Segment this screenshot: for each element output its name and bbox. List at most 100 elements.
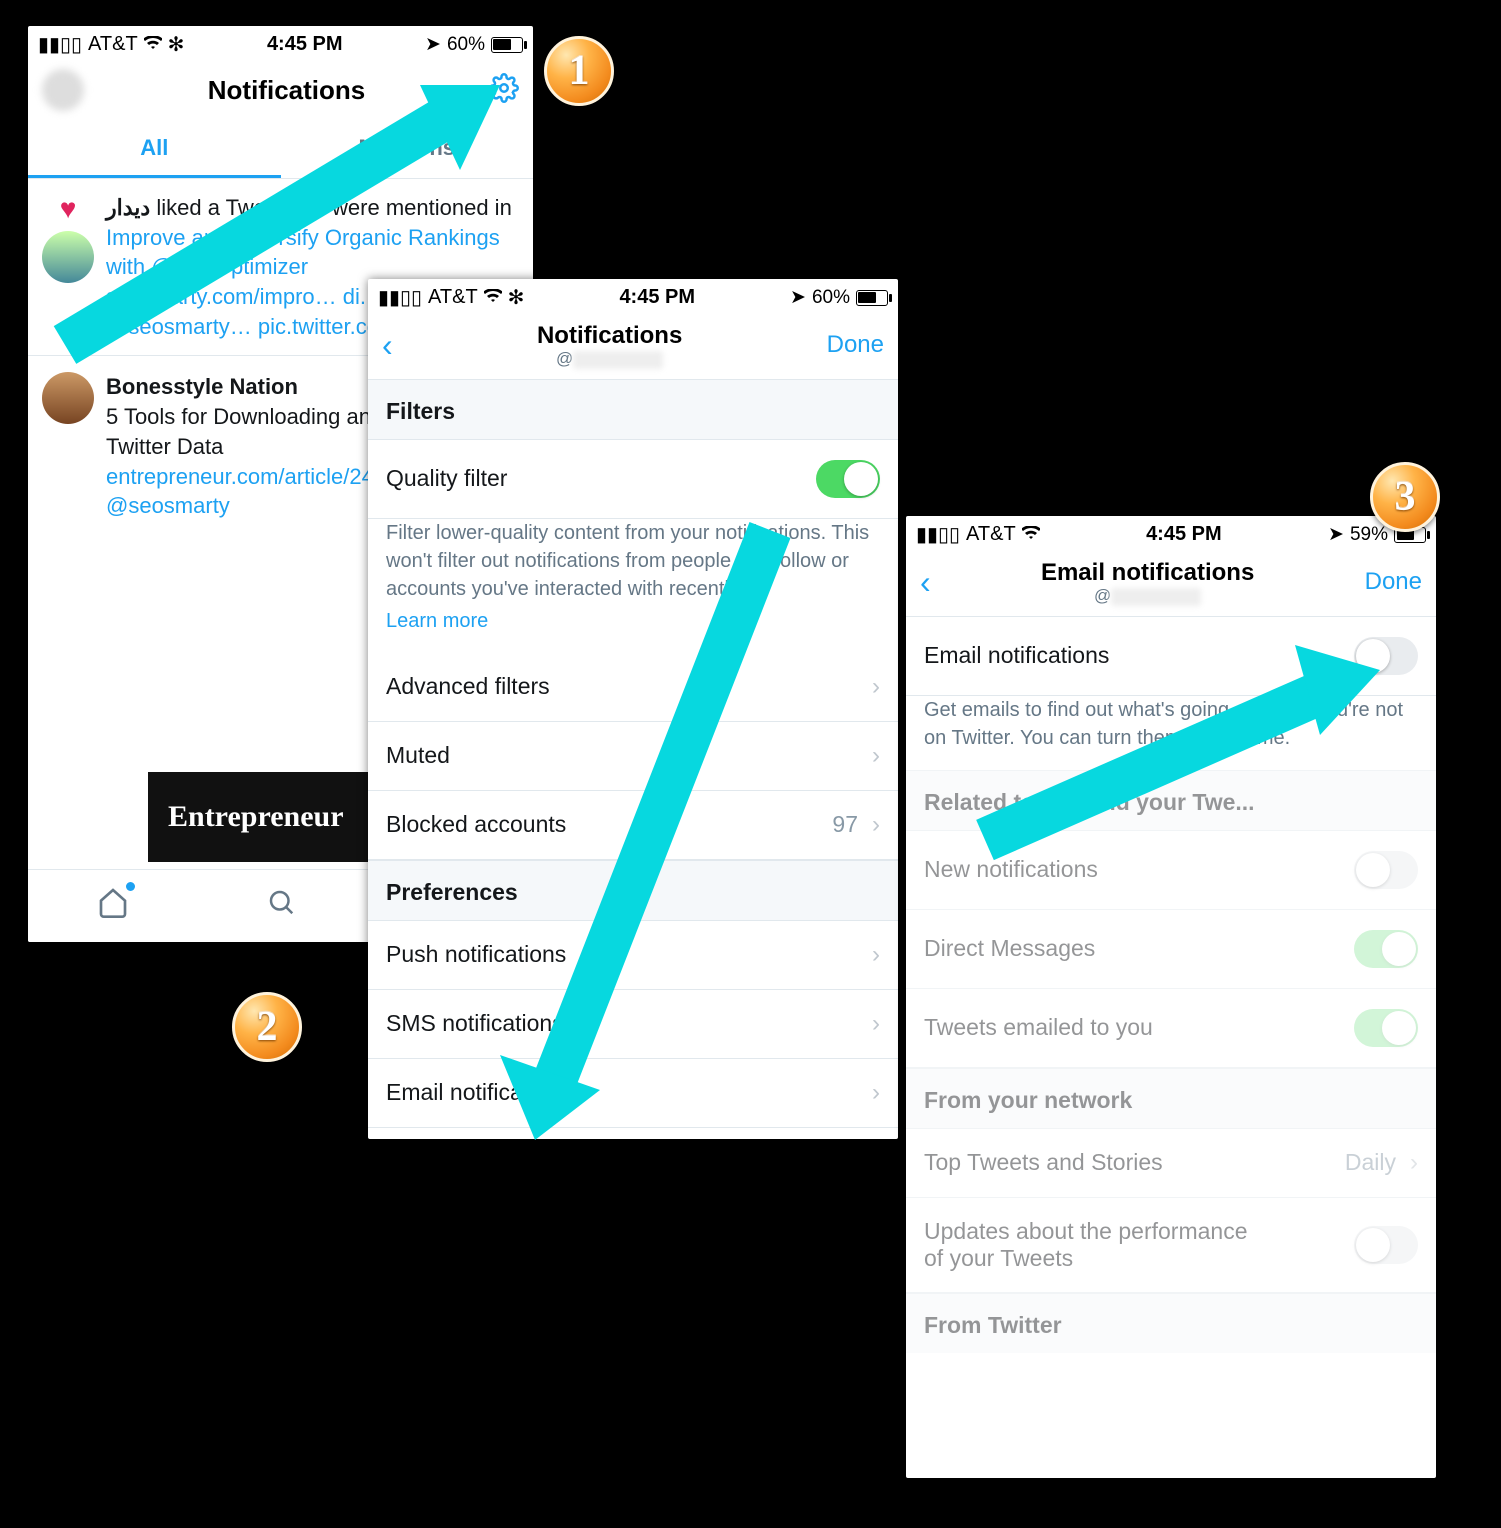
- clock: 4:45 PM: [1146, 523, 1222, 546]
- email-master-desc: Get emails to find out what's going on w…: [906, 696, 1436, 770]
- done-button[interactable]: Done: [827, 331, 884, 359]
- status-bar: ▮▮▯▯ AT&T ✻ 4:45 PM ➤ 60%: [368, 279, 898, 314]
- chevron-right-icon: ›: [872, 1010, 880, 1038]
- nav-search-icon[interactable]: [266, 887, 296, 925]
- profile-avatar[interactable]: [42, 69, 84, 111]
- signal-icon: ▮▮▯▯: [378, 285, 422, 310]
- loading-icon: ✻: [508, 285, 525, 310]
- page-header: ‹ Email notifications @ Done: [906, 551, 1436, 616]
- notification-tabs: All Mentions: [28, 121, 533, 179]
- back-button[interactable]: ‹: [920, 566, 931, 598]
- section-filters: Filters: [368, 379, 898, 440]
- notification-dot: [126, 882, 135, 891]
- push-label: Push notifications: [386, 941, 566, 968]
- quality-filter-toggle[interactable]: [816, 460, 880, 498]
- row-tweets-emailed: Tweets emailed to you: [906, 989, 1436, 1068]
- location-icon: ➤: [790, 286, 806, 309]
- user-name: Bonesstyle Nation: [106, 374, 298, 399]
- row-muted[interactable]: Muted ›: [368, 722, 898, 791]
- blocked-label: Blocked accounts: [386, 811, 566, 838]
- row-direct-messages: Direct Messages: [906, 910, 1436, 989]
- email-master-label: Email notifications: [924, 642, 1109, 669]
- carrier-label: AT&T: [428, 286, 478, 309]
- email-label: Email notifications: [386, 1079, 571, 1106]
- tweets-emailed-label: Tweets emailed to you: [924, 1014, 1153, 1041]
- quality-filter-desc: Filter lower-quality content from your n…: [368, 519, 898, 653]
- row-new-notifications: New notifications: [906, 831, 1436, 910]
- tab-all[interactable]: All: [28, 121, 281, 178]
- screen-notification-settings: ▮▮▯▯ AT&T ✻ 4:45 PM ➤ 60% ‹ Notification…: [368, 279, 898, 1139]
- chevron-right-icon: ›: [872, 941, 880, 969]
- page-handle: @: [1041, 587, 1254, 606]
- wifi-icon: [144, 33, 162, 56]
- advanced-filters-label: Advanced filters: [386, 673, 550, 700]
- chevron-right-icon: ›: [872, 673, 880, 701]
- row-advanced-filters[interactable]: Advanced filters ›: [368, 653, 898, 722]
- clock: 4:45 PM: [267, 33, 343, 56]
- signal-icon: ▮▮▯▯: [38, 32, 82, 57]
- section-related: Related to you and your Twe...: [906, 770, 1436, 831]
- quality-filter-label: Quality filter: [386, 465, 507, 492]
- location-icon: ➤: [1328, 523, 1344, 546]
- like-action-text: liked a Tweet you were mentioned in: [150, 195, 512, 220]
- loading-icon: ✻: [168, 32, 185, 57]
- chevron-right-icon: ›: [872, 1079, 880, 1107]
- battery-percent: 60%: [812, 287, 850, 309]
- carrier-label: AT&T: [966, 523, 1016, 546]
- clock: 4:45 PM: [619, 286, 695, 309]
- tweets-emailed-toggle: [1354, 1009, 1418, 1047]
- avatar: [42, 231, 94, 283]
- screen-email-notifications: ▮▮▯▯ AT&T 4:45 PM ➤ 59% ‹ Email notifica…: [906, 516, 1436, 1478]
- tab-mentions[interactable]: Mentions: [281, 121, 534, 178]
- battery-percent: 59%: [1350, 524, 1388, 546]
- learn-more-link[interactable]: Learn more: [386, 607, 880, 635]
- performance-label: Updates about the performance of your Tw…: [924, 1218, 1254, 1272]
- row-quality-filter: Quality filter: [368, 440, 898, 519]
- new-notif-toggle: [1354, 851, 1418, 889]
- daily-value: Daily: [1345, 1149, 1396, 1176]
- user-name: دیدار: [106, 195, 150, 220]
- battery-icon: [491, 37, 523, 53]
- nav-home-icon[interactable]: [97, 886, 129, 926]
- page-title: Email notifications: [1041, 559, 1254, 587]
- chevron-right-icon: ›: [1410, 1149, 1418, 1177]
- back-button[interactable]: ‹: [382, 329, 393, 361]
- row-email-notifications[interactable]: Email notifications ›: [368, 1059, 898, 1128]
- avatar: [42, 372, 94, 424]
- sms-label: SMS notifications: [386, 1010, 564, 1037]
- muted-label: Muted: [386, 742, 450, 769]
- section-preferences: Preferences: [368, 860, 898, 921]
- status-bar: ▮▮▯▯ AT&T 4:45 PM ➤ 59%: [906, 516, 1436, 551]
- page-title: Notifications: [208, 75, 365, 106]
- row-blocked[interactable]: Blocked accounts 97›: [368, 791, 898, 860]
- row-performance-updates: Updates about the performance of your Tw…: [906, 1198, 1436, 1293]
- row-push-notifications[interactable]: Push notifications ›: [368, 921, 898, 990]
- performance-toggle: [1354, 1226, 1418, 1264]
- carrier-label: AT&T: [88, 33, 138, 56]
- done-button[interactable]: Done: [1365, 568, 1422, 596]
- dm-label: Direct Messages: [924, 935, 1095, 962]
- step-badge-3: 3: [1370, 462, 1440, 532]
- page-title: Notifications: [537, 322, 682, 350]
- wifi-icon: [484, 286, 502, 309]
- page-header: ‹ Notifications @ Done: [368, 314, 898, 379]
- step-badge-2: 2: [232, 992, 302, 1062]
- page-handle: @: [537, 350, 682, 369]
- dm-toggle: [1354, 930, 1418, 968]
- chevron-right-icon: ›: [872, 742, 880, 770]
- row-email-master-toggle: Email notifications: [906, 616, 1436, 696]
- page-header: Notifications: [28, 61, 533, 121]
- battery-icon: [856, 290, 888, 306]
- location-icon: ➤: [425, 33, 441, 56]
- chevron-right-icon: ›: [872, 811, 880, 839]
- row-top-tweets: Top Tweets and Stories Daily›: [906, 1129, 1436, 1198]
- step-badge-1: 1: [544, 36, 614, 106]
- signal-icon: ▮▮▯▯: [916, 522, 960, 547]
- wifi-icon: [1022, 523, 1040, 546]
- section-network: From your network: [906, 1068, 1436, 1129]
- settings-gear-icon[interactable]: [489, 73, 519, 108]
- email-master-toggle[interactable]: [1354, 637, 1418, 675]
- row-sms-notifications[interactable]: SMS notifications ›: [368, 990, 898, 1059]
- status-bar: ▮▮▯▯ AT&T ✻ 4:45 PM ➤ 60%: [28, 26, 533, 61]
- heart-icon: ♥: [60, 193, 77, 225]
